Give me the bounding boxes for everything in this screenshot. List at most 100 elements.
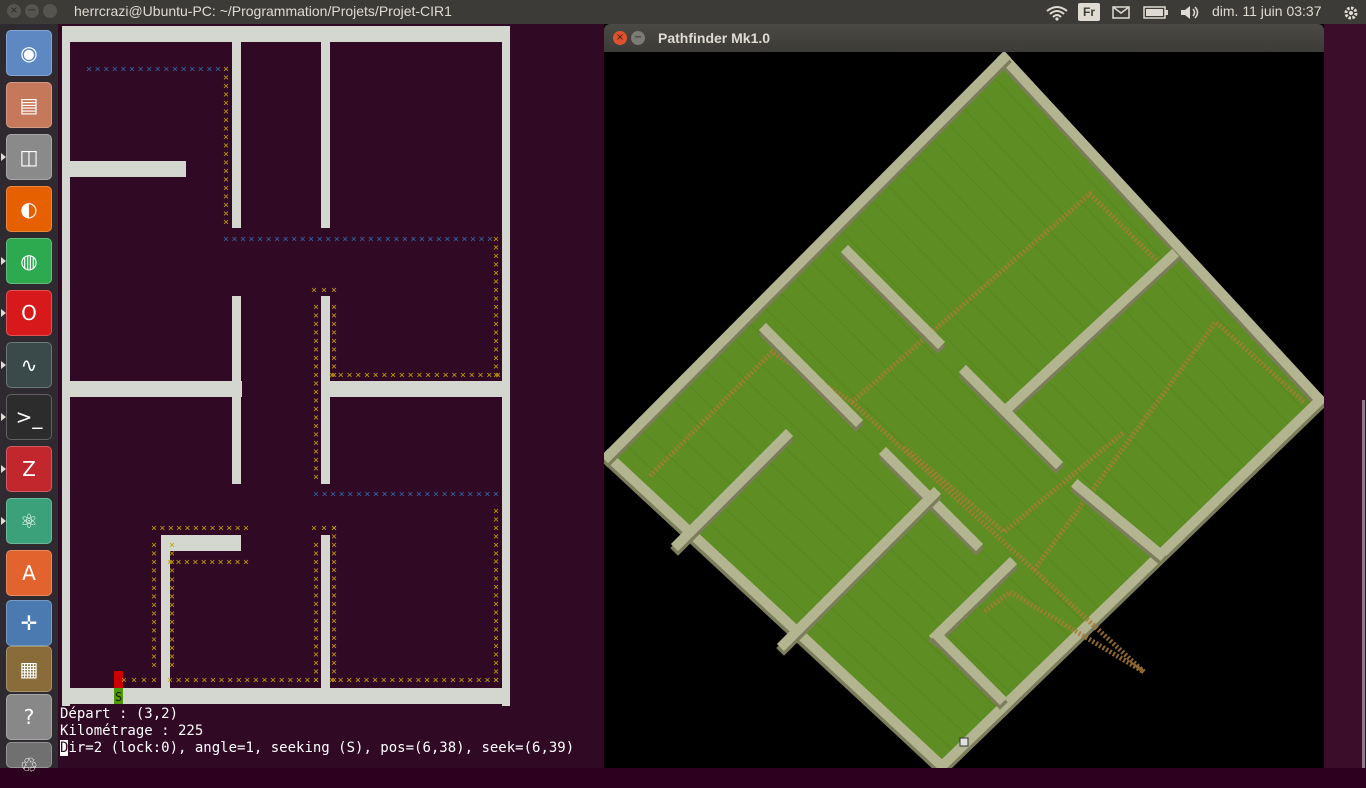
- launcher-navigation-icon[interactable]: ✛: [6, 600, 52, 646]
- path-mark: ×: [433, 675, 439, 686]
- path-mark: ×: [172, 64, 178, 75]
- path-mark: ×: [408, 370, 414, 381]
- path-mark: ×: [493, 675, 499, 686]
- path-mark: ×: [206, 64, 212, 75]
- maze-wall: [321, 296, 330, 484]
- launcher-chrome-icon[interactable]: ◍: [6, 238, 52, 284]
- path-mark: ×: [244, 675, 250, 686]
- path-mark: ×: [389, 675, 395, 686]
- path-mark: ×: [189, 64, 195, 75]
- path-mark: ×: [151, 660, 157, 671]
- path-mark: ×: [419, 234, 425, 245]
- maze-wall: [232, 26, 241, 228]
- path-mark: ×: [347, 489, 353, 500]
- path-mark: ×: [138, 64, 144, 75]
- path-mark: ×: [373, 370, 379, 381]
- path-mark: ×: [493, 489, 499, 500]
- volume-icon[interactable]: [1180, 5, 1200, 20]
- path-mark: ×: [184, 523, 190, 534]
- path-mark: ×: [201, 675, 207, 686]
- launcher: ◉ ▤ ◫ ◐ ◍ O ∿ >_ Z ⚛ A ✛ ▦? ♲: [0, 24, 58, 777]
- path-mark: ×: [331, 523, 337, 534]
- launcher-trash-icon[interactable]: ♲: [6, 742, 52, 777]
- path-mark: ×: [235, 557, 241, 568]
- launcher-atom-icon[interactable]: ⚛: [6, 498, 52, 544]
- running-indicator: [1, 309, 6, 317]
- clock[interactable]: dim. 11 juin 03:37: [1212, 3, 1321, 19]
- path-mark: ×: [240, 234, 246, 245]
- path-mark: ×: [325, 234, 331, 245]
- path-mark: ×: [226, 523, 232, 534]
- path-mark: ×: [219, 675, 225, 686]
- close-window-button[interactable]: ×: [7, 4, 21, 18]
- path-mark: ×: [121, 675, 127, 686]
- launcher-disks-icon[interactable]: ◫: [6, 134, 52, 180]
- launcher-filezilla-icon[interactable]: Z: [6, 446, 52, 492]
- pathfinder-window: × − Pathfinder Mk1.0: [604, 24, 1324, 768]
- running-indicator: [1, 153, 6, 161]
- terminal[interactable]: S × × × × × × × × × × × × × × × × × × × × × × × × × × × × × × × × × × × × × × ×…: [58, 24, 604, 768]
- path-mark: ×: [484, 675, 490, 686]
- path-mark: ×: [181, 64, 187, 75]
- path-mark: ×: [184, 557, 190, 568]
- path-mark: ×: [223, 217, 229, 228]
- path-mark: ×: [399, 489, 405, 500]
- path-mark: ×: [218, 557, 224, 568]
- maximize-window-button[interactable]: [43, 4, 57, 18]
- path-mark: ×: [381, 675, 387, 686]
- path-mark: ×: [210, 523, 216, 534]
- path-mark: ×: [235, 523, 241, 534]
- path-mark: ×: [399, 370, 405, 381]
- path-mark: ×: [398, 675, 404, 686]
- path-mark: ×: [331, 675, 337, 686]
- close-icon[interactable]: ×: [613, 31, 627, 45]
- maze-wall: [62, 26, 510, 42]
- mail-icon[interactable]: [1112, 6, 1130, 19]
- terminal-scrollbar[interactable]: [1362, 400, 1365, 768]
- path-mark: ×: [159, 523, 165, 534]
- kilometrage-line: Kilométrage : 225: [60, 723, 204, 739]
- maze-wall: [502, 26, 510, 706]
- battery-icon[interactable]: [1143, 6, 1169, 19]
- path-mark: ×: [146, 64, 152, 75]
- path-mark: ×: [385, 234, 391, 245]
- wifi-icon[interactable]: [1046, 5, 1068, 21]
- launcher-terminal-icon[interactable]: >_: [6, 394, 52, 440]
- path-mark: ×: [168, 523, 174, 534]
- maze-wall: [321, 26, 330, 228]
- path-mark: ×: [359, 234, 365, 245]
- maze-wall: [321, 535, 330, 695]
- path-mark: ×: [311, 523, 317, 534]
- path-mark: ×: [364, 675, 370, 686]
- launcher-opera-icon[interactable]: O: [6, 290, 52, 336]
- path-mark: ×: [167, 675, 173, 686]
- launcher-files-icon[interactable]: ▤: [6, 82, 52, 128]
- path-mark: ×: [470, 234, 476, 245]
- gear-icon[interactable]: [1343, 5, 1359, 21]
- path-mark: ×: [364, 370, 370, 381]
- minimize-window-button[interactable]: −: [25, 4, 39, 18]
- launcher-disk-manager-icon[interactable]: ▦: [6, 646, 52, 692]
- pathfinder-titlebar[interactable]: × − Pathfinder Mk1.0: [604, 24, 1324, 52]
- path-mark: ×: [416, 489, 422, 500]
- path-mark: ×: [486, 370, 492, 381]
- path-mark: ×: [283, 234, 289, 245]
- path-mark: ×: [382, 489, 388, 500]
- path-mark: ×: [163, 64, 169, 75]
- path-mark: ×: [198, 64, 204, 75]
- launcher-software-center-icon[interactable]: A: [6, 550, 52, 596]
- minimize-icon[interactable]: −: [631, 31, 645, 45]
- path-mark: ×: [141, 675, 147, 686]
- path-mark: ×: [331, 370, 337, 381]
- path-mark: ×: [193, 523, 199, 534]
- launcher-system-monitor-icon[interactable]: ∿: [6, 342, 52, 388]
- path-mark: ×: [355, 675, 361, 686]
- launcher-help-icon[interactable]: ?: [6, 694, 52, 740]
- keyboard-layout-indicator[interactable]: Fr: [1078, 3, 1100, 21]
- maze-wall: [62, 688, 510, 704]
- launcher-ubuntu-dash-icon[interactable]: ◉: [6, 30, 52, 76]
- path-mark: ×: [232, 234, 238, 245]
- launcher-firefox-icon[interactable]: ◐: [6, 186, 52, 232]
- path-mark: ×: [300, 234, 306, 245]
- path-mark: ×: [451, 370, 457, 381]
